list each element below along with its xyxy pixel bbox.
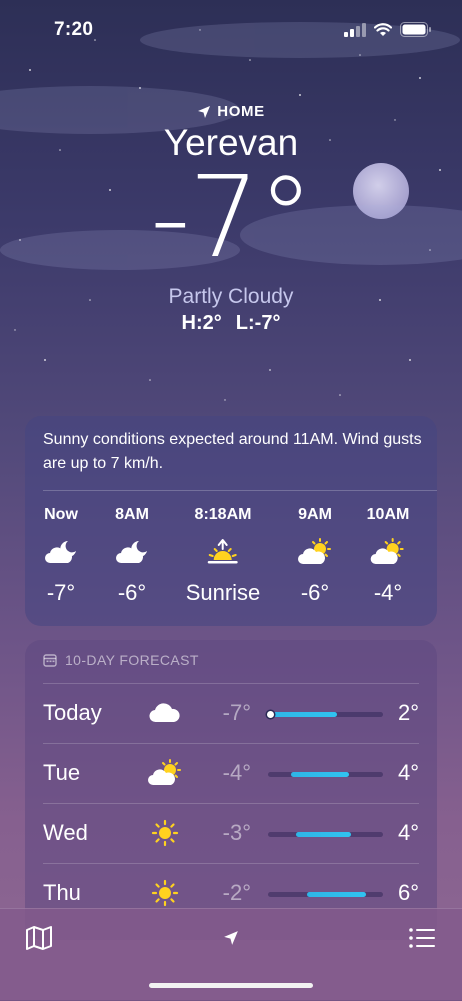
day-low: -4° — [222, 760, 251, 785]
hour-time: 10AM — [366, 506, 410, 523]
current-temp-marker — [267, 711, 274, 718]
temp-range-fill — [291, 772, 349, 777]
sunrise-icon — [208, 539, 238, 564]
current-location-button[interactable] — [216, 923, 246, 953]
day-name: Thu — [43, 880, 81, 905]
calendar-icon — [43, 654, 57, 667]
location-list-button[interactable] — [407, 923, 437, 953]
day-name: Tue — [43, 760, 81, 785]
hour-item: 8:18AM Sunrise — [186, 506, 261, 606]
day-name: Wed — [43, 820, 88, 845]
temp-range-bar — [268, 832, 383, 837]
hour-temp: -6° — [300, 580, 330, 605]
condition-text: Partly Cloudy — [168, 285, 294, 308]
sun-cloud-icon — [298, 538, 331, 564]
forecast-summary: Sunny conditions expected around 11AM. W… — [43, 431, 422, 472]
day-row[interactable]: Today -7° 2° — [43, 683, 419, 744]
map-button[interactable] — [24, 923, 54, 953]
cellular-signal-icon — [344, 22, 366, 37]
hour-time: Now — [44, 506, 78, 523]
moon-cloud-icon — [116, 541, 147, 563]
temp-range-fill — [268, 712, 337, 717]
day-low: -7° — [222, 700, 251, 725]
hour-temp: -7° — [46, 580, 76, 605]
hour-item: 9AM -6° — [297, 506, 333, 606]
list-icon — [409, 928, 435, 948]
hour-time: 8AM — [115, 506, 149, 523]
wifi-icon — [374, 22, 392, 36]
day-row[interactable]: Wed -3° 4° — [43, 803, 419, 864]
hour-temp: -6° — [117, 580, 147, 605]
location-arrow-icon — [198, 105, 211, 118]
hour-item: Now -7° — [44, 506, 78, 606]
hour-item: 10AM -4° — [367, 506, 410, 606]
high-low: H:2° L:-7° — [0, 312, 462, 335]
cloud-icon — [149, 703, 180, 723]
ten-day-title: 10-DAY FORECAST — [43, 652, 199, 668]
current-temperature: -7° — [150, 153, 314, 283]
day-high: 6° — [397, 880, 419, 905]
battery-icon — [400, 22, 431, 37]
temp-range-fill — [307, 892, 366, 897]
temp-range-fill — [295, 832, 351, 837]
high-temp: H:2° — [181, 312, 222, 334]
day-high: 4° — [397, 820, 419, 845]
location-label-text: HOME — [217, 103, 265, 120]
day-high: 4° — [397, 760, 419, 785]
hour-item: 8AM -6° — [115, 506, 149, 606]
sun-icon — [151, 879, 179, 907]
ten-day-title-text: 10-DAY FORECAST — [65, 652, 199, 668]
hour-time: 9AM — [298, 506, 332, 523]
sun-cloud-icon — [148, 759, 181, 785]
sun-cloud-icon — [371, 538, 404, 564]
hourly-forecast-card[interactable]: Sunny conditions expected around 11AM. W… — [25, 416, 437, 626]
temp-range-bar — [267, 711, 383, 718]
temp-range-bar — [268, 892, 383, 897]
temp-range-bar — [268, 772, 383, 777]
status-time: 7:20 — [54, 19, 94, 40]
hour-time: 8:18AM — [194, 506, 252, 523]
status-icons — [344, 22, 432, 37]
map-icon — [26, 926, 52, 950]
day-row[interactable]: Tue -4° 4° — [43, 743, 419, 804]
day-high: 2° — [397, 700, 419, 725]
ten-day-forecast-card[interactable]: 10-DAY FORECAST Today -7° 2° Tue -4° 4° … — [25, 640, 437, 940]
day-low: -3° — [222, 820, 251, 845]
status-bar: 7:20 — [0, 0, 462, 60]
hour-temp: Sunrise — [185, 580, 261, 605]
divider — [43, 490, 437, 491]
sun-icon — [151, 819, 179, 847]
home-indicator[interactable] — [149, 983, 313, 988]
low-temp: L:-7° — [235, 312, 281, 334]
location-label: HOME — [0, 103, 462, 120]
hour-temp: -4° — [373, 580, 403, 605]
moon-cloud-icon — [45, 541, 76, 563]
day-name: Today — [43, 700, 102, 725]
day-low: -2° — [222, 880, 251, 905]
location-arrow-icon — [224, 931, 238, 945]
